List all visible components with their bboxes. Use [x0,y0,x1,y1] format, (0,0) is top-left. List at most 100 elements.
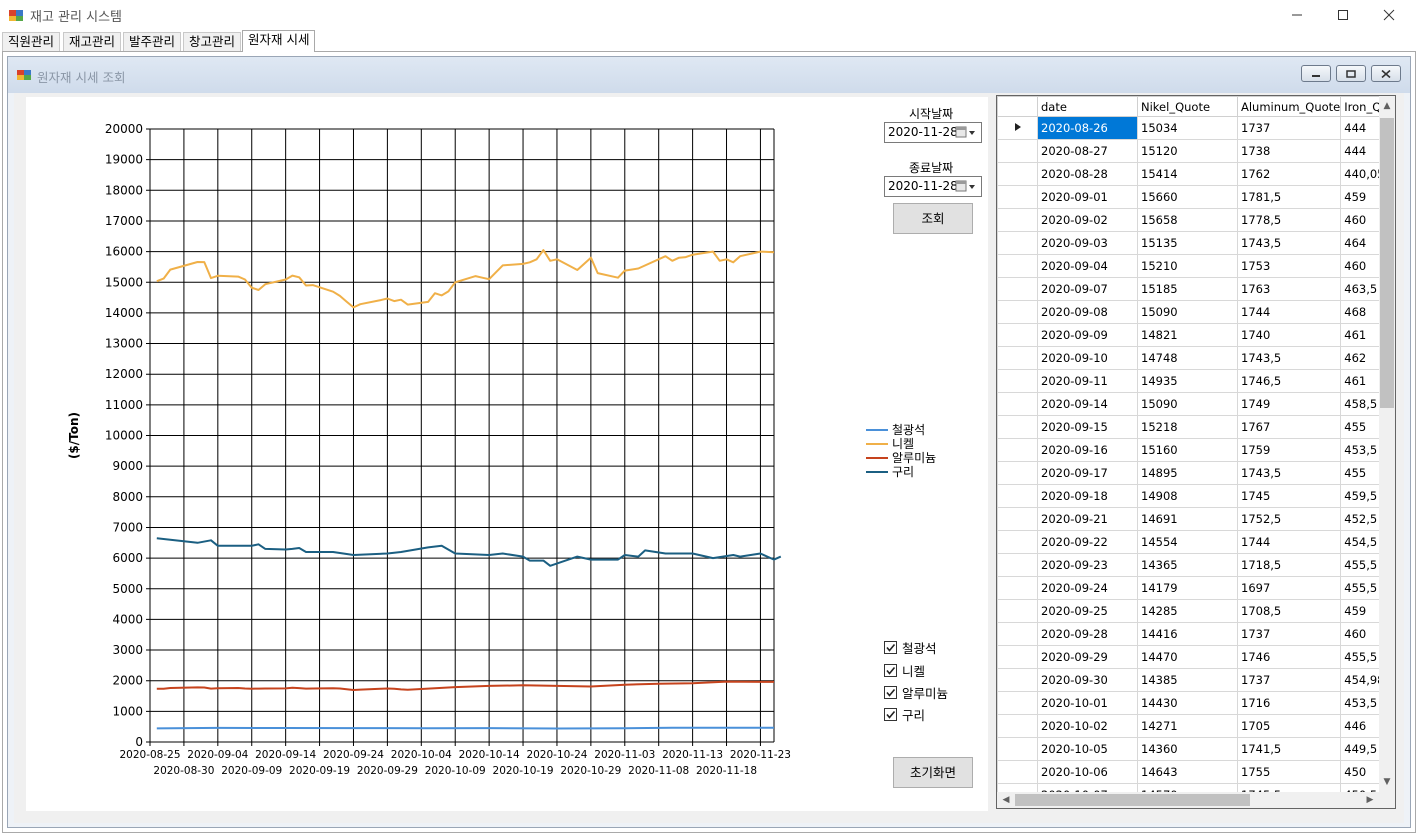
tab-warehouse[interactable]: 창고관리 [183,32,242,52]
table-cell[interactable]: 2020-09-16 [1037,438,1138,462]
table-row[interactable]: 2020-10-06 14643 1755 450 [997,760,1390,784]
row-header[interactable] [997,484,1038,508]
table-cell[interactable]: 14360 [1137,737,1238,761]
table-cell[interactable]: 1778,5 [1236,208,1342,232]
row-header[interactable] [997,691,1038,715]
tab-material-price[interactable]: 원자재 시세 [242,30,316,52]
table-row[interactable]: 2020-09-07 15185 1763 463,5 [997,277,1390,301]
tab-order[interactable]: 발주관리 [123,32,182,52]
table-cell[interactable]: 1767 [1236,415,1342,439]
table-cell[interactable]: 1697 [1236,576,1342,600]
table-cell[interactable]: 15160 [1137,438,1238,462]
table-cell[interactable]: 2020-09-07 [1037,277,1138,301]
table-cell[interactable]: 1743,5 [1236,346,1342,370]
table-cell[interactable]: 1740 [1236,323,1342,347]
price-data-grid[interactable]: date Nikel_Quote Aluminum_Quote Iron_Q 2… [996,95,1396,809]
row-header[interactable] [997,760,1038,784]
column-header-date[interactable]: date [1037,96,1138,117]
table-cell[interactable]: 14748 [1137,346,1238,370]
table-cell[interactable]: 1737 [1236,622,1342,646]
table-cell[interactable]: 14935 [1137,369,1238,393]
table-cell[interactable]: 15090 [1137,300,1238,324]
row-header[interactable] [997,300,1038,324]
row-header[interactable] [997,576,1038,600]
row-header[interactable] [997,599,1038,623]
table-cell[interactable]: 1743,5 [1236,231,1342,255]
table-cell[interactable]: 1755 [1236,760,1342,784]
row-header[interactable] [997,737,1038,761]
column-header-nickel[interactable]: Nikel_Quote [1137,96,1238,117]
checkbox-box[interactable] [884,663,897,677]
row-header[interactable] [997,415,1038,439]
table-cell[interactable]: 2020-09-01 [1037,185,1138,209]
table-row[interactable]: 2020-09-24 14179 1697 455,5 [997,576,1390,600]
table-row[interactable]: 2020-09-25 14285 1708,5 459 [997,599,1390,623]
row-header[interactable] [997,369,1038,393]
table-cell[interactable]: 1737 [1236,668,1342,692]
query-button[interactable]: 조회 [893,203,973,234]
table-cell[interactable]: 1763 [1236,277,1342,301]
table-cell[interactable]: 1716 [1236,691,1342,715]
table-row[interactable]: 2020-09-21 14691 1752,5 452,5 [997,507,1390,531]
table-cell[interactable]: 2020-09-15 [1037,415,1138,439]
table-cell[interactable]: 15210 [1137,254,1238,278]
scroll-right-icon[interactable]: ▶ [1363,792,1377,808]
table-cell[interactable]: 2020-09-04 [1037,254,1138,278]
table-cell[interactable]: 2020-09-18 [1037,484,1138,508]
table-row[interactable]: 2020-09-30 14385 1737 454,98 [997,668,1390,692]
table-row[interactable]: 2020-09-15 15218 1767 455 [997,415,1390,439]
scroll-up-icon[interactable]: ▲ [1379,98,1395,114]
table-row[interactable]: 2020-08-27 15120 1738 444 [997,139,1390,163]
table-row[interactable]: 2020-10-02 14271 1705 446 [997,714,1390,738]
table-cell[interactable]: 14895 [1137,461,1238,485]
table-cell[interactable]: 1745 [1236,484,1342,508]
table-cell[interactable]: 2020-09-08 [1037,300,1138,324]
table-cell[interactable]: 14691 [1137,507,1238,531]
table-cell[interactable]: 14271 [1137,714,1238,738]
table-cell[interactable]: 1781,5 [1236,185,1342,209]
table-row[interactable]: 2020-10-05 14360 1741,5 449,5 [997,737,1390,761]
table-row[interactable]: 2020-09-11 14935 1746,5 461 [997,369,1390,393]
row-header[interactable] [997,553,1038,577]
checkbox-box[interactable] [884,685,897,699]
table-cell[interactable]: 14554 [1137,530,1238,554]
table-cell[interactable]: 2020-09-23 [1037,553,1138,577]
table-cell[interactable]: 2020-08-28 [1037,162,1138,186]
table-cell[interactable]: 2020-10-01 [1037,691,1138,715]
horizontal-scrollbar[interactable]: ◀ ▶ [997,792,1395,808]
column-header-aluminum[interactable]: Aluminum_Quote [1236,96,1342,117]
row-header[interactable] [997,139,1038,163]
table-row[interactable]: 2020-09-02 15658 1778,5 460 [997,208,1390,232]
table-row[interactable]: 2020-09-22 14554 1744 454,5 [997,530,1390,554]
table-cell[interactable]: 1741,5 [1236,737,1342,761]
tab-employee[interactable]: 직원관리 [2,32,61,52]
table-cell[interactable]: 2020-10-05 [1037,737,1138,761]
mdi-restore-button[interactable] [1336,65,1366,82]
table-cell[interactable]: 15658 [1137,208,1238,232]
table-cell[interactable]: 15135 [1137,231,1238,255]
table-cell[interactable]: 1737 [1236,116,1342,140]
table-cell[interactable]: 15414 [1137,162,1238,186]
row-header[interactable] [997,668,1038,692]
row-header[interactable] [997,714,1038,738]
end-date-picker[interactable]: 2020-11-28 [884,176,982,197]
scroll-left-icon[interactable]: ◀ [999,792,1013,808]
row-header[interactable] [997,185,1038,209]
table-cell[interactable]: 1749 [1236,392,1342,416]
table-cell[interactable]: 14821 [1137,323,1238,347]
table-cell[interactable]: 14470 [1137,645,1238,669]
table-row[interactable]: 2020-09-09 14821 1740 461 [997,323,1390,347]
row-header[interactable] [997,231,1038,255]
table-row[interactable]: 2020-10-01 14430 1716 453,5 [997,691,1390,715]
row-header[interactable] [997,116,1038,140]
table-cell[interactable]: 14179 [1137,576,1238,600]
table-cell[interactable]: 14430 [1137,691,1238,715]
row-header[interactable] [997,507,1038,531]
table-cell[interactable]: 2020-09-28 [1037,622,1138,646]
table-row[interactable]: 2020-09-01 15660 1781,5 459 [997,185,1390,209]
table-cell[interactable]: 2020-09-17 [1037,461,1138,485]
table-cell[interactable]: 1705 [1236,714,1342,738]
row-header[interactable] [997,392,1038,416]
mdi-minimize-button[interactable] [1301,65,1331,82]
table-cell[interactable]: 1746 [1236,645,1342,669]
